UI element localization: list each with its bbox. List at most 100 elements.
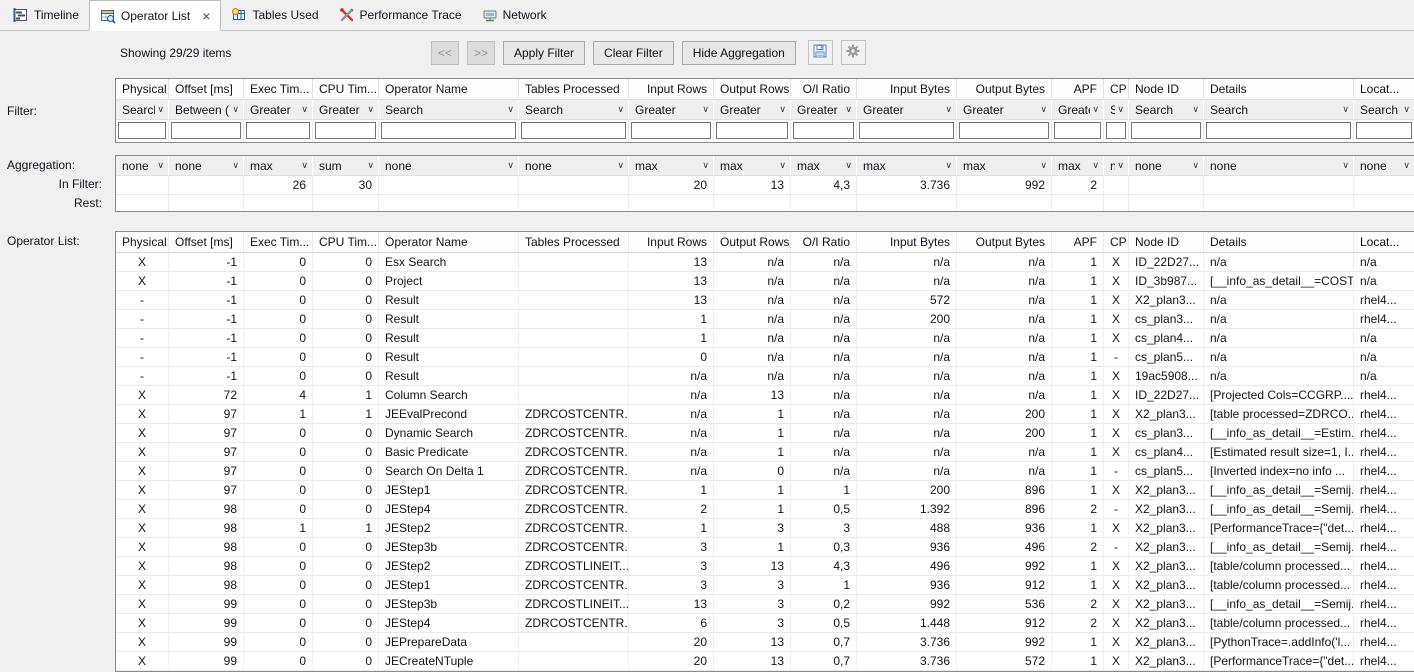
close-icon[interactable]: × [202,9,210,23]
filter-column-header[interactable]: Tables Processed [519,79,629,100]
hide-aggregation-button[interactable]: Hide Aggregation [682,41,796,65]
filter-input[interactable] [521,122,626,139]
tab-tables-used[interactable]: Tables Used [221,0,328,30]
column-header[interactable]: Operator Name [379,232,519,253]
filter-input[interactable] [315,122,376,139]
filter-input[interactable] [1356,122,1412,139]
filter-input[interactable] [246,122,310,139]
next-page-button[interactable]: >> [467,41,495,65]
filter-operator-select[interactable]: Greater∨ [244,100,313,120]
filter-input[interactable] [716,122,788,139]
save-button[interactable] [808,40,833,65]
tab-operator-list[interactable]: Operator List × [89,0,222,31]
filter-operator-select[interactable]: Search∨ [379,100,519,120]
aggregation-select[interactable]: none∨ [1204,156,1354,176]
column-header[interactable]: Input Rows [629,232,714,253]
filter-operator-select[interactable]: Greater∨ [313,100,379,120]
column-header[interactable]: Tables Processed [519,232,629,253]
chevron-down-icon: ∨ [1092,104,1099,115]
filter-operator-select[interactable]: Search∨ [1104,100,1129,120]
aggregation-select[interactable]: none∨ [379,156,519,176]
aggregation-rest-value [1354,195,1414,211]
aggregation-select[interactable]: none∨ [1129,156,1204,176]
filter-operator-select[interactable]: Greater∨ [1052,100,1104,120]
filter-column-header[interactable]: APF [1052,79,1104,100]
filter-input[interactable] [171,122,241,139]
filter-operator-select[interactable]: Greater∨ [957,100,1052,120]
filter-operator-select[interactable]: Greater∨ [791,100,857,120]
filter-input[interactable] [1131,122,1201,139]
apply-filter-button[interactable]: Apply Filter [503,41,585,65]
rest-row-label: Rest: [7,194,115,213]
filter-input[interactable] [1106,122,1126,139]
aggregation-select[interactable]: max∨ [629,156,714,176]
filter-column-header[interactable]: Input Bytes [857,79,957,100]
filter-operator-select[interactable]: Search∨ [1129,100,1204,120]
aggregation-select[interactable]: none∨ [116,156,169,176]
column-header[interactable]: CPU Tim... [313,232,379,253]
aggregation-select[interactable]: none∨ [169,156,244,176]
column-header[interactable]: APF [1052,232,1104,253]
filter-column-header[interactable]: CPU Tim... [313,79,379,100]
filter-column-header[interactable]: Output Rows [714,79,791,100]
column-header[interactable]: Input Bytes [857,232,957,253]
filter-column-header[interactable]: Physical [116,79,169,100]
filter-operator-select[interactable]: Greater∨ [857,100,957,120]
column-header[interactable]: Node ID [1129,232,1204,253]
filter-column-header[interactable]: Locat... [1354,79,1414,100]
filter-operator-select[interactable]: Search∨ [519,100,629,120]
filter-operator-select[interactable]: Search∨ [1354,100,1414,120]
filter-input[interactable] [959,122,1049,139]
aggregation-select[interactable]: none∨ [1104,156,1129,176]
filter-input[interactable] [859,122,954,139]
filter-input[interactable] [1054,122,1101,139]
filter-operator-select[interactable]: Between (∨ [169,100,244,120]
aggregation-select[interactable]: max∨ [1052,156,1104,176]
aggregation-select[interactable]: none∨ [519,156,629,176]
aggregation-select[interactable]: max∨ [857,156,957,176]
filter-input[interactable] [118,122,166,139]
filter-operator-select[interactable]: Greater∨ [629,100,714,120]
aggregation-select[interactable]: max∨ [714,156,791,176]
filter-input[interactable] [1206,122,1351,139]
filter-column-header[interactable]: Node ID [1129,79,1204,100]
filter-operator-select[interactable]: Search∨ [116,100,169,120]
filter-input[interactable] [793,122,854,139]
filter-operator-select[interactable]: Search∨ [1204,100,1354,120]
column-header[interactable]: Locat... [1354,232,1414,253]
filter-column-header[interactable]: CP [1104,79,1129,100]
filter-column-header[interactable]: Operator Name [379,79,519,100]
column-header[interactable]: Output Bytes [957,232,1052,253]
cell: n/a [1204,329,1354,348]
filter-operator-select[interactable]: Greater∨ [714,100,791,120]
aggregation-select[interactable]: max∨ [957,156,1052,176]
column-header[interactable]: Offset [ms] [169,232,244,253]
tab-network[interactable]: Network [472,0,557,30]
filter-column-header[interactable]: Output Bytes [957,79,1052,100]
aggregation-select[interactable]: sum∨ [313,156,379,176]
cell: n/a [857,348,957,367]
aggregation-select[interactable]: max∨ [791,156,857,176]
filter-column-header[interactable]: Offset [ms] [169,79,244,100]
tab-performance-trace[interactable]: Performance Trace [329,0,472,30]
column-header[interactable]: Details [1204,232,1354,253]
filter-column-header[interactable]: Details [1204,79,1354,100]
cell: rhel4... [1354,557,1414,576]
clear-filter-button[interactable]: Clear Filter [593,41,674,65]
aggregation-select[interactable]: none∨ [1354,156,1414,176]
tab-timeline[interactable]: Timeline [3,0,89,30]
column-header[interactable]: Physical [116,232,169,253]
aggregation-select[interactable]: max∨ [244,156,313,176]
previous-page-button[interactable]: << [431,41,459,65]
filter-input[interactable] [381,122,516,139]
column-header[interactable]: Exec Tim... [244,232,313,253]
settings-button[interactable] [841,40,866,65]
filter-column-header[interactable]: Exec Tim... [244,79,313,100]
column-header[interactable]: O/I Ratio [791,232,857,253]
filter-input[interactable] [631,122,711,139]
filter-column-header[interactable]: Input Rows [629,79,714,100]
column-header[interactable]: CP [1104,232,1129,253]
cell: ZDRCOSTCENTR... [519,481,629,500]
filter-column-header[interactable]: O/I Ratio [791,79,857,100]
column-header[interactable]: Output Rows [714,232,791,253]
